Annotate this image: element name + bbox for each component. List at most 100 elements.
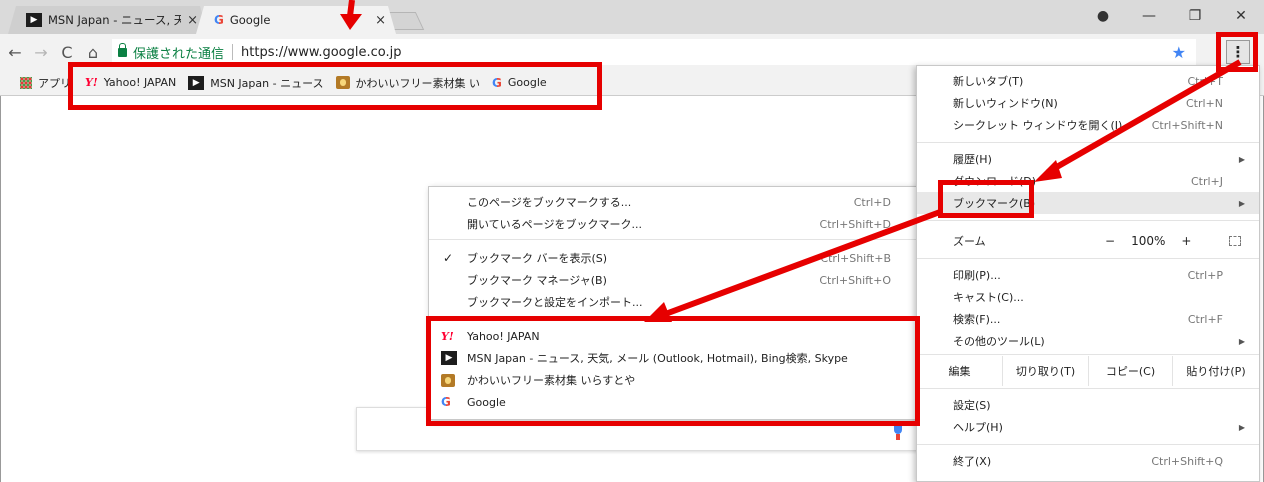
bookmark-star-icon[interactable]: ★	[1172, 43, 1186, 62]
submenu-bookmark-google[interactable]: G Google	[429, 391, 921, 413]
shortcut-label: Ctrl+F	[1187, 312, 1223, 326]
profile-icon[interactable]: ●	[1080, 4, 1126, 28]
menu-item-label: 開いているページをブックマーク...	[467, 218, 642, 231]
close-tab-icon[interactable]: ×	[187, 13, 198, 28]
cut-button[interactable]: 切り取り(T)	[1003, 356, 1089, 386]
shortcut-label: Ctrl+D	[853, 195, 891, 209]
fullscreen-icon[interactable]	[1229, 236, 1241, 246]
zoom-label: ズーム	[953, 235, 986, 248]
shortcut-label: Ctrl+N	[1185, 96, 1223, 110]
menu-item-incognito[interactable]: シークレット ウィンドウを開く(I) Ctrl+Shift+N	[917, 114, 1259, 136]
menu-item-label: ブックマーク(B)	[953, 197, 1036, 210]
address-bar[interactable]: 保護された通信 https://www.google.co.jp ★	[112, 39, 1196, 65]
lock-icon	[118, 42, 127, 57]
yahoo-icon: Y!	[85, 76, 98, 89]
home-icon[interactable]: ⌂	[82, 43, 104, 62]
menu-item-new-window[interactable]: 新しいウィンドウ(N) Ctrl+N	[917, 92, 1259, 114]
reload-icon[interactable]: C	[56, 43, 78, 62]
menu-item-label: Yahoo! JAPAN	[467, 329, 540, 343]
divider	[429, 239, 921, 240]
menu-item-bookmarks[interactable]: ブックマーク(B) ▶	[917, 192, 1259, 214]
bookmark-yahoo[interactable]: Y! Yahoo! JAPAN	[85, 76, 176, 89]
close-tab-icon[interactable]: ×	[375, 13, 386, 28]
menu-item-label: 印刷(P)...	[953, 269, 1001, 282]
menu-item-settings[interactable]: 設定(S)	[917, 394, 1259, 416]
menu-item-more-tools[interactable]: その他のツール(L) ▶	[917, 330, 1259, 352]
zoom-row: ズーム − 100% +	[917, 226, 1259, 256]
chrome-menu-button[interactable]: ⋮	[1226, 40, 1250, 64]
menu-item-bookmark-manager[interactable]: ブックマーク マネージャ(B) Ctrl+Shift+O	[429, 269, 921, 291]
submenu-arrow-icon: ▶	[1238, 198, 1245, 208]
menu-item-label: 設定(S)	[953, 399, 991, 412]
menu-item-label: ヘルプ(H)	[953, 421, 1003, 434]
menu-item-show-bookmarks-bar[interactable]: ✓ ブックマーク バーを表示(S) Ctrl+Shift+B	[429, 247, 921, 269]
divider	[917, 142, 1259, 143]
secure-label: 保護された通信	[133, 46, 225, 62]
google-icon: G	[214, 13, 224, 27]
menu-item-label: かわいいフリー素材集 いらすとや	[467, 374, 636, 387]
bookmark-google[interactable]: G Google	[492, 76, 547, 90]
menu-item-label: 履歴(H)	[953, 153, 992, 166]
apps-shortcut[interactable]: アプリ	[20, 75, 71, 91]
menu-item-label: Google	[467, 395, 506, 409]
irasutoya-icon	[441, 373, 455, 387]
chrome-main-menu: 新しいタブ(T) Ctrl+T 新しいウィンドウ(N) Ctrl+N シークレッ…	[916, 65, 1260, 482]
tab-google[interactable]: G Google ×	[196, 6, 396, 34]
menu-item-label: 検索(F)...	[953, 313, 1001, 326]
zoom-level: 100%	[1131, 234, 1166, 248]
minimize-button[interactable]: —	[1126, 4, 1172, 28]
shortcut-label: Ctrl+T	[1187, 74, 1223, 88]
bookmark-label: Google	[507, 76, 547, 89]
submenu-bookmark-yahoo[interactable]: Y! Yahoo! JAPAN	[429, 325, 921, 347]
shortcut-label: Ctrl+Shift+B	[820, 251, 891, 265]
paste-button[interactable]: 貼り付け(P)	[1173, 356, 1259, 386]
back-arrow-icon[interactable]: ←	[4, 43, 26, 62]
menu-item-label: 新しいタブ(T)	[953, 75, 1024, 88]
window-controls: ● — ❐ ✕	[1080, 4, 1264, 28]
forward-arrow-icon[interactable]: →	[30, 43, 52, 62]
menu-item-cast[interactable]: キャスト(C)...	[917, 286, 1259, 308]
menu-item-downloads[interactable]: ダウンロード(D) Ctrl+J	[917, 170, 1259, 192]
menu-item-import-bookmarks[interactable]: ブックマークと設定をインポート...	[429, 291, 921, 313]
menu-item-find[interactable]: 検索(F)... Ctrl+F	[917, 308, 1259, 330]
close-window-button[interactable]: ✕	[1218, 4, 1264, 28]
divider	[232, 44, 234, 60]
menu-item-label: キャスト(C)...	[953, 291, 1024, 304]
divider	[917, 444, 1259, 445]
copy-button[interactable]: コピー(C)	[1089, 356, 1173, 386]
submenu-bookmark-irasutoya[interactable]: かわいいフリー素材集 いらすとや	[429, 369, 921, 391]
tab-msn[interactable]: ▶ MSN Japan - ニュース, 天気 ×	[8, 6, 208, 34]
zoom-in-button[interactable]: +	[1181, 234, 1191, 248]
shortcut-label: Ctrl+Shift+D	[819, 217, 891, 231]
divider	[917, 354, 1259, 355]
menu-item-bookmark-open-pages[interactable]: 開いているページをブックマーク... Ctrl+Shift+D	[429, 213, 921, 235]
menu-item-help[interactable]: ヘルプ(H) ▶	[917, 416, 1259, 438]
submenu-bookmark-msn[interactable]: ▶ MSN Japan - ニュース, 天気, メール (Outlook, Ho…	[429, 347, 921, 369]
menu-item-history[interactable]: 履歴(H) ▶	[917, 148, 1259, 170]
menu-item-label: このページをブックマークする...	[467, 196, 632, 209]
msn-icon: ▶	[188, 75, 205, 90]
irasutoya-icon	[335, 76, 350, 89]
menu-item-print[interactable]: 印刷(P)... Ctrl+P	[917, 264, 1259, 286]
microphone-icon[interactable]	[894, 422, 902, 440]
bookmark-label: Yahoo! JAPAN	[103, 76, 177, 89]
divider	[917, 220, 1259, 221]
apps-icon	[20, 76, 32, 89]
menu-item-bookmark-page[interactable]: このページをブックマークする... Ctrl+D	[429, 191, 921, 213]
zoom-out-button[interactable]: −	[1105, 234, 1115, 248]
submenu-arrow-icon: ▶	[1238, 154, 1245, 164]
msn-icon: ▶	[441, 351, 457, 365]
menu-item-label: ダウンロード(D)	[953, 175, 1037, 188]
bookmark-msn[interactable]: ▶ MSN Japan - ニュース	[188, 75, 324, 91]
menu-item-label: ブックマークと設定をインポート...	[467, 296, 643, 309]
tab-title: MSN Japan - ニュース, 天気	[48, 13, 182, 27]
restore-button[interactable]: ❐	[1172, 4, 1218, 28]
menu-item-exit[interactable]: 終了(X) Ctrl+Shift+Q	[917, 450, 1259, 472]
divider	[917, 258, 1259, 259]
menu-item-new-tab[interactable]: 新しいタブ(T) Ctrl+T	[917, 70, 1259, 92]
edit-row: 編集 切り取り(T) コピー(C) 貼り付け(P)	[917, 356, 1259, 386]
shortcut-label: Ctrl+Shift+Q	[1151, 454, 1223, 468]
msn-icon: ▶	[26, 13, 42, 27]
google-icon: G	[441, 395, 451, 409]
bookmark-irasutoya[interactable]: かわいいフリー素材集 い	[335, 75, 480, 91]
